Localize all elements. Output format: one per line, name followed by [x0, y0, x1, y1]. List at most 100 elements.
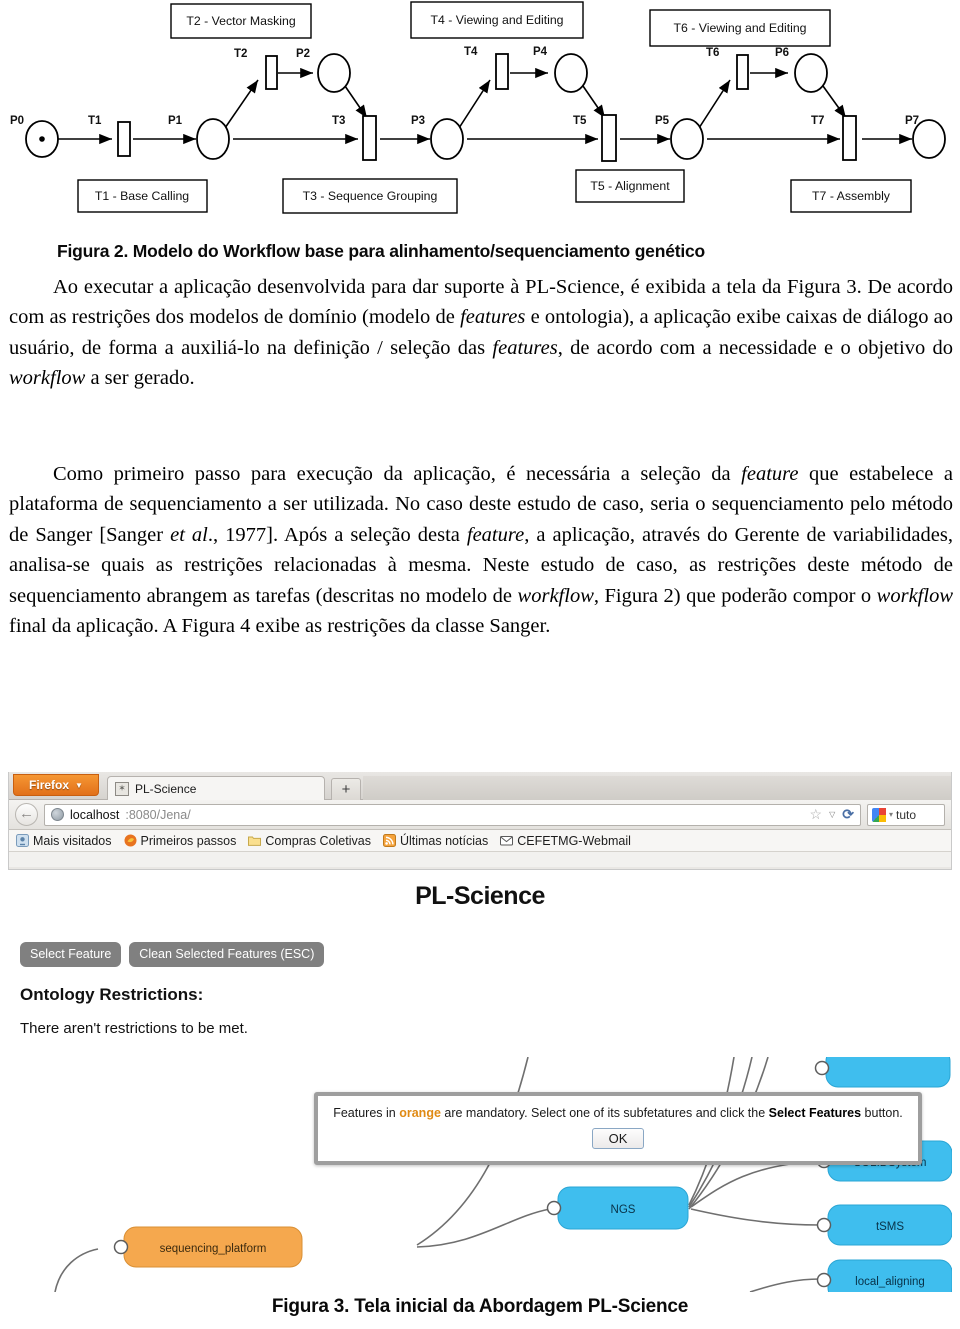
transition-T2: [265, 55, 278, 90]
label-P0: P0: [10, 115, 24, 127]
dialog-msg-orange: orange: [399, 1106, 441, 1120]
page-favicon-icon: ✶: [115, 781, 129, 796]
dialog-msg-bold: Select Features: [768, 1106, 862, 1120]
dialog-msg-part2: are mandatory. Select one of its subfeta…: [440, 1106, 769, 1120]
legend-text-T6: T6 - Viewing and Editing: [673, 21, 806, 35]
chevron-down-icon[interactable]: ▽: [829, 810, 835, 819]
transition-T3: [362, 115, 377, 161]
feature-node-ngs[interactable]: NGS: [546, 1186, 689, 1230]
p2-it3: feature: [466, 523, 525, 546]
p1-it1: features: [460, 306, 526, 329]
figure2-petri-net-diagram: P0 T1 P1 T2 P2 T3 P3 T4 P4 T5 P5 T6 P6 T…: [0, 0, 960, 228]
label-T4: T4: [464, 46, 478, 58]
p2-seg1: Como primeiro passo para execução da apl…: [53, 463, 742, 485]
url-host: localhost: [70, 807, 120, 822]
label-P7: P7: [905, 115, 919, 127]
label-T1: T1: [88, 115, 102, 127]
legend-text-T7: T7 - Assembly: [812, 189, 891, 203]
place-P6: [794, 53, 828, 93]
transition-T4: [495, 53, 509, 90]
p2-seg5: , Figura 2) que poderão compor o: [593, 584, 877, 607]
feature-node-label: NGS: [611, 1204, 636, 1216]
label-T3: T3: [332, 115, 345, 127]
folder-icon: [248, 836, 262, 846]
label-P4: P4: [533, 46, 548, 58]
label-T5: T5: [573, 115, 587, 127]
browser-tab-strip: Firefox ▼ ✶ PL-Science +: [9, 772, 951, 800]
mandatory-features-dialog: Features in orange are mandatory. Select…: [314, 1092, 922, 1165]
url-bar-actions: ☆ ▽ ⟳: [810, 806, 854, 823]
place-P3: [430, 118, 464, 160]
label-T2: T2: [234, 48, 247, 60]
feature-node-sequencing-platform[interactable]: sequencing_platform: [113, 1226, 303, 1268]
back-button-icon[interactable]: ←: [15, 803, 38, 826]
feature-node-hidden-behind-dialog[interactable]: [814, 1048, 951, 1088]
bookmark-primeiros-passos[interactable]: Primeiros passos: [124, 834, 236, 848]
select-feature-button[interactable]: Select Feature: [20, 942, 122, 967]
clean-selected-features-button[interactable]: Clean Selected Features (ESC): [129, 942, 325, 967]
paragraph-2: Como primeiro passo para execução da apl…: [9, 459, 953, 641]
label-P2: P2: [296, 48, 310, 60]
url-address-bar[interactable]: localhost:8080/Jena/ ☆ ▽ ⟳: [44, 803, 861, 826]
new-tab-button[interactable]: +: [331, 778, 361, 800]
feature-node-local-aligning[interactable]: local_aligning: [816, 1259, 953, 1292]
place-P5: [670, 118, 704, 160]
feature-node-label: local_aligning: [855, 1276, 925, 1288]
bookmark-label: CEFETMG-Webmail: [517, 833, 631, 848]
page-title: PL-Science: [415, 882, 545, 910]
chevron-down-icon[interactable]: ▾: [889, 810, 893, 819]
place-P1: [196, 118, 230, 160]
bookmark-mais-visitados[interactable]: Mais visitados: [16, 834, 112, 848]
p2-it2: et al: [170, 523, 208, 546]
label-P5: P5: [655, 115, 670, 127]
transition-T7: [842, 115, 857, 161]
tab-strip-filler: [363, 776, 951, 800]
dialog-msg-part1: Features in: [333, 1106, 400, 1120]
dialog-message: Features in orange are mandatory. Select…: [318, 1106, 918, 1120]
label-P6: P6: [775, 47, 789, 59]
bookmarks-toolbar: Mais visitados Primeiros passos Compras …: [9, 830, 951, 852]
globe-icon: [51, 808, 64, 821]
bookmark-compras-coletivas[interactable]: Compras Coletivas: [248, 834, 371, 848]
ok-button[interactable]: OK: [591, 1128, 645, 1149]
chevron-down-icon: ▼: [75, 780, 83, 790]
bookmark-label: Mais visitados: [33, 833, 112, 848]
reload-icon[interactable]: ⟳: [842, 806, 854, 823]
feature-node-label: sequencing_platform: [160, 1243, 267, 1255]
transition-T6: [736, 54, 749, 90]
p1-it3: workflow: [9, 367, 86, 390]
rss-icon: [382, 834, 396, 847]
ontology-restrictions-heading: Ontology Restrictions:: [20, 985, 204, 1004]
label-T7: T7: [811, 115, 824, 127]
firefox-menu-button[interactable]: Firefox ▼: [13, 774, 99, 796]
figure3-caption: Figura 3. Tela inicial da Abordagem PL-S…: [271, 1296, 689, 1317]
browser-tab-pl-science[interactable]: ✶ PL-Science: [107, 776, 325, 800]
p2-seg6: final da aplicação. A Figura 4 exibe as …: [9, 615, 551, 638]
document-page: P0 T1 P1 T2 P2 T3 P3 T4 P4 T5 P5 T6 P6 T…: [0, 0, 960, 1329]
google-icon: [872, 807, 886, 822]
bookmark-ultimas-noticias[interactable]: Últimas notícias: [382, 834, 488, 848]
ontology-restrictions-text: There aren't restrictions to be met.: [20, 1020, 248, 1037]
app-button-row: Select Feature Clean Selected Features (…: [20, 942, 325, 967]
bookmark-cefetmg-webmail[interactable]: CEFETMG-Webmail: [500, 834, 631, 848]
p2-it4: workflow: [517, 584, 594, 607]
browser-window-bottom-edge: [8, 867, 952, 870]
p2-it1: feature: [741, 463, 799, 485]
legend-text-T1: T1 - Base Calling: [95, 189, 189, 203]
firefox-menu-label: Firefox: [29, 778, 70, 792]
label-P3: P3: [411, 115, 425, 127]
most-visited-icon: [16, 834, 29, 847]
bookmark-star-icon[interactable]: ☆: [810, 806, 823, 823]
place-P4: [554, 53, 588, 93]
figure2-caption: Figura 2. Modelo do Workflow base para a…: [57, 241, 706, 261]
p2-seg3: ., 1977]. Após a seleção desta: [207, 523, 467, 546]
p1-seg4: a ser gerado.: [85, 367, 195, 390]
transition-T1: [117, 121, 131, 157]
search-input[interactable]: ▾ tuto: [867, 803, 945, 826]
browser-tab-title: PL-Science: [135, 781, 197, 796]
feature-node-tsms[interactable]: tSMS: [816, 1204, 953, 1246]
legend-text-T3: T3 - Sequence Grouping: [303, 189, 438, 203]
mail-icon: [500, 836, 514, 846]
bookmark-label: Compras Coletivas: [265, 833, 371, 848]
transition-T5: [601, 114, 617, 162]
